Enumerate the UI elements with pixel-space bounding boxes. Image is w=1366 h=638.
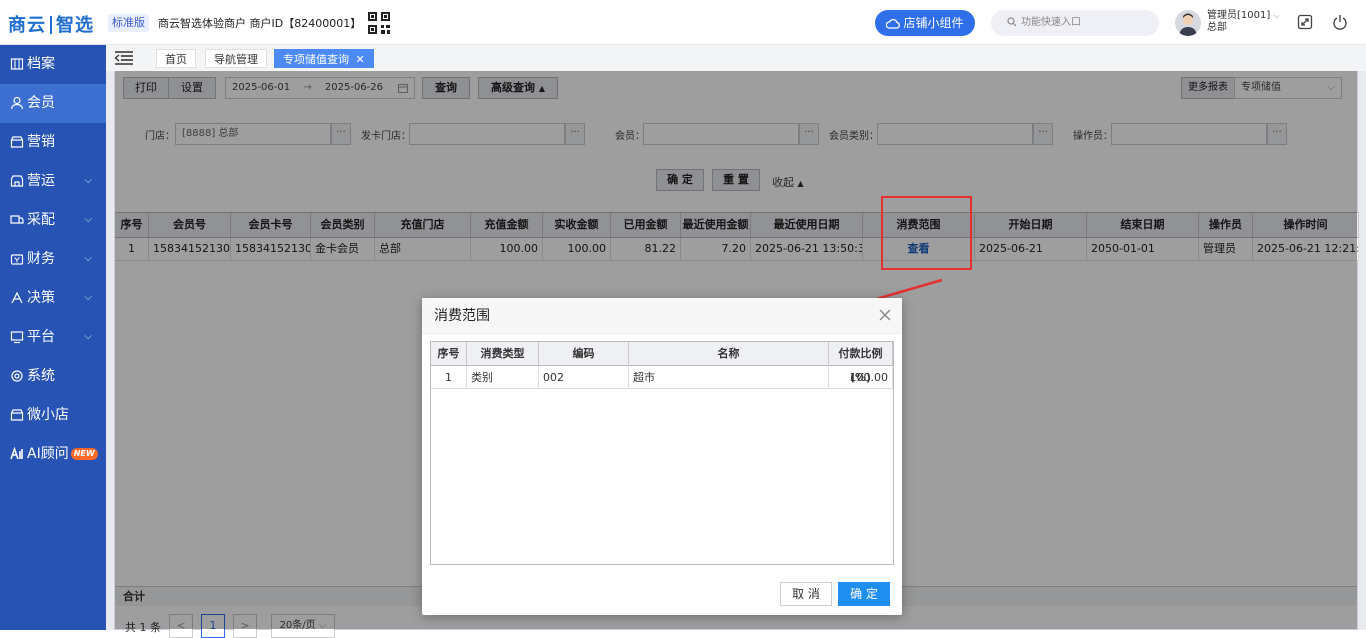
store-icon: [10, 175, 24, 187]
table-cell: 超市: [629, 367, 829, 389]
mini-store-icon: [10, 409, 24, 421]
power-icon[interactable]: [1332, 14, 1348, 30]
table-cell: 002: [539, 367, 629, 389]
search-icon: [1007, 17, 1017, 27]
sidebar-item-archive[interactable]: 档案: [0, 45, 106, 84]
sidebar-item-purchase[interactable]: 采配 ⌵: [0, 201, 106, 240]
chevron-down-icon: ⌵: [84, 175, 92, 186]
cancel-button[interactable]: 取 消: [780, 582, 832, 606]
cloud-icon: [886, 18, 901, 29]
merchant-info: 商云智选体验商户 商户ID【82400001】: [158, 17, 362, 30]
archive-icon: [10, 58, 24, 70]
dialog-title: 消费范围: [422, 298, 902, 334]
confirm-button[interactable]: 确 定: [838, 582, 890, 606]
fullscreen-icon[interactable]: [1297, 14, 1313, 30]
col-header[interactable]: 序号: [431, 342, 467, 366]
consume-scope-dialog: 消费范围 序号 消费类型 编码 名称 付款比例(%) 1 类别 002 超市 1…: [422, 298, 902, 615]
sidebar-item-operation[interactable]: 营运 ⌵: [0, 162, 106, 201]
tab-special-stored-value[interactable]: 专项储值查询 ✕: [274, 49, 374, 68]
menu-collapse-icon[interactable]: [114, 50, 134, 66]
top-bar: 商云 智选 标准版 商云智选体验商户 商户ID【82400001】 店铺小组件 功…: [0, 0, 1366, 45]
quick-search-input[interactable]: 功能快速入口: [991, 10, 1159, 36]
chevron-down-icon: ⌵: [1273, 11, 1280, 20]
close-icon[interactable]: ✕: [356, 53, 365, 66]
chevron-down-icon: ⌵: [84, 214, 92, 225]
user-menu[interactable]: 管理员[1001] ⌵ 总部: [1207, 10, 1280, 34]
brand-logo[interactable]: 商云 智选: [8, 11, 94, 37]
table-cell: 1: [431, 367, 467, 389]
shop-icon: [10, 136, 24, 148]
ai-icon: [10, 446, 23, 460]
wallet-icon: [10, 254, 24, 265]
monitor-icon: [10, 331, 24, 344]
user-icon: [10, 96, 24, 110]
edition-badge: 标准版: [108, 14, 149, 32]
truck-icon: [10, 215, 24, 224]
chevron-down-icon: ⌵: [84, 292, 92, 303]
table-cell: 类别: [467, 367, 539, 389]
close-icon[interactable]: [878, 308, 892, 322]
col-header[interactable]: 编码: [539, 342, 629, 366]
scope-table: 序号 消费类型 编码 名称 付款比例(%) 1 类别 002 超市 100.00: [430, 341, 894, 565]
sidebar-item-mini-store[interactable]: 微小店: [0, 396, 106, 435]
new-badge: NEW: [70, 448, 98, 460]
qr-code-icon[interactable]: [368, 12, 390, 34]
sidebar-item-marketing[interactable]: 营销: [0, 123, 106, 162]
sidebar-item-finance[interactable]: 财务 ⌵: [0, 240, 106, 279]
col-header[interactable]: 付款比例(%): [829, 342, 893, 384]
sidebar-item-ai-advisor[interactable]: AI顾问 NEW: [0, 435, 106, 474]
sidebar-item-system[interactable]: 系统: [0, 357, 106, 396]
sidebar-item-decision[interactable]: 决策 ⌵: [0, 279, 106, 318]
tab-bar: 首页 导航管理 专项储值查询 ✕: [106, 45, 1366, 71]
sidebar-item-member[interactable]: 会员: [0, 84, 106, 123]
chevron-down-icon: ⌵: [84, 331, 92, 342]
sidebar-item-platform[interactable]: 平台 ⌵: [0, 318, 106, 357]
avatar[interactable]: [1175, 10, 1201, 36]
tab-nav-manage[interactable]: 导航管理: [205, 49, 267, 68]
sidebar: 档案 会员 营销 营运 ⌵ 采配 ⌵ 财务 ⌵ 决策 ⌵ 平台 ⌵ 系统 微小店 AI顾问…: [0, 45, 106, 630]
decision-icon: [11, 291, 23, 304]
settings-icon: [11, 370, 23, 382]
table-cell: 100.00: [829, 367, 893, 389]
tab-home[interactable]: 首页: [156, 49, 196, 68]
store-widget-button[interactable]: 店铺小组件: [875, 10, 975, 36]
user-avatar-icon: [1179, 13, 1197, 36]
col-header[interactable]: 名称: [629, 342, 829, 366]
chevron-down-icon: ⌵: [84, 253, 92, 264]
col-header[interactable]: 消费类型: [467, 342, 539, 366]
